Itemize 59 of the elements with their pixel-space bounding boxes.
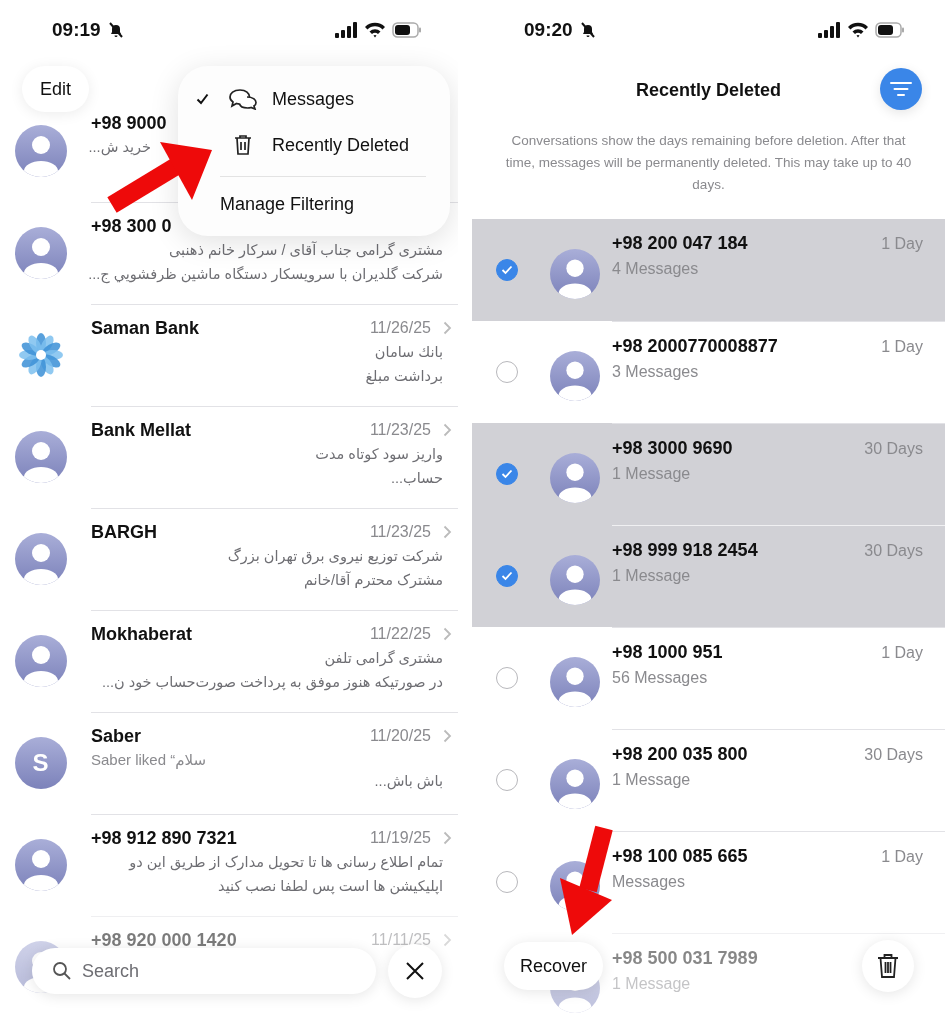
contact-name: Saman Bank [91,317,200,339]
message-preview: مشتری گرامی تلفن [324,650,443,666]
message-preview: مشتری گرامی جناب آقای / سرکار خانم ذهنبی [168,242,443,258]
message-preview: اپلیکیشن ها است پس لطفا نصب کنید [218,878,443,894]
contact-name: Mokhaberat [91,623,193,645]
days-remaining: 30 Days [864,745,923,764]
contact-name: +98 9000 [91,112,167,134]
contact-name: +98 920 000 1420 [91,929,237,951]
days-remaining: 1 Day [881,234,923,253]
message-preview: شرکت گلدیران با سرویسکار دستگاه ماشین ظرفشویي ج... [88,266,443,282]
message-preview: در صورتیکه هنوز موفق به پرداخت صورت‌حساب خود ن... [101,674,443,690]
contact-name: Bank Mellat [91,419,192,441]
message-preview: تمام اطلاع رسانی ها تا تحویل مدارک از طریق این دو [129,854,443,870]
contact-name: Saber [91,725,142,747]
contact-name: +98 100 085 665 [612,846,748,867]
message-count: 4 Messages [612,260,699,278]
message-count: 1 Message [612,975,691,993]
days-remaining: 30 Days [864,439,923,458]
message-preview: واریز سود کوتاه مدت [315,446,443,462]
initial-avatar: S [14,737,67,789]
message-date: 11/26/25 [369,319,431,337]
message-preview: بانك سامان [374,344,443,360]
message-count: 56 Messages [612,669,708,687]
days-remaining: 30 Days [864,541,923,560]
message-count: Messages [612,873,685,891]
contact-name: +98 999 918 2454 [612,540,758,561]
message-count: 3 Messages [612,363,699,381]
message-preview: برداشت مبلغ [365,368,443,384]
status-time: 09:19 [52,19,101,41]
status-time: 09:20 [524,19,573,41]
message-date: 11/19/25 [369,829,431,847]
message-preview: حساب... [390,470,443,486]
message-date: 11/22/25 [369,625,431,643]
message-preview: باش باش... [374,773,443,789]
message-date: 11/20/25 [369,727,431,745]
days-remaining: 1 Day [881,643,923,662]
message-preview: خرید ش... [88,139,151,155]
days-remaining: 1 Day [881,847,923,866]
message-date: 11/23/25 [369,523,431,541]
contact-name: +98 200 047 184 [612,233,748,254]
reaction-text: Saber liked “سلام [91,751,207,768]
contact-name: +98 300 0 [91,215,172,237]
message-count: 1 Message [612,771,691,789]
message-count: 1 Message [612,465,691,483]
message-date: 11/23/25 [369,421,431,439]
message-date: 11/11/25 [371,931,431,949]
contact-name: +98 3000 9690 [612,438,733,459]
message-preview: مشترک محترم آقا/خانم [303,572,443,588]
contact-name: +98 1000 951 [612,642,723,663]
message-count: 1 Message [612,567,691,585]
info-text: Conversations show the days remaining before deletion. After that time, messages will be permanently deleted. This may take up to 40 days. [504,132,913,194]
contact-name: +98 2000770008877 [612,336,778,357]
screen-title: Recently Deleted [635,79,782,101]
contact-name: +98 912 890 7321 [91,827,237,849]
contact-name: +98 500 031 7989 [612,948,758,969]
contact-name: +98 200 035 800 [612,744,748,765]
message-preview: شرکت توزیع نیروی برق تهران بزرگ [227,548,443,564]
contact-name: BARGH [91,521,157,543]
days-remaining: 1 Day [881,337,923,356]
